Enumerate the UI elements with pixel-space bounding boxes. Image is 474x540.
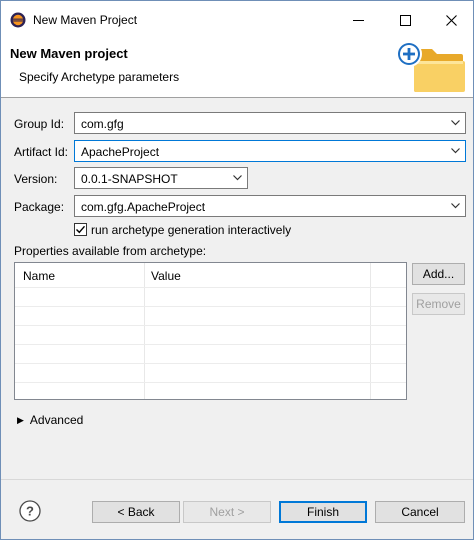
header-divider <box>1 97 473 98</box>
version-value: 0.0.1-SNAPSHOT <box>81 172 178 186</box>
minimize-button[interactable] <box>335 1 381 39</box>
chevron-down-icon[interactable] <box>451 148 460 154</box>
cancel-button[interactable]: Cancel <box>375 501 465 523</box>
wizard-title: New Maven project <box>10 46 128 61</box>
title-bar: New Maven Project <box>1 1 473 39</box>
interactive-checkbox-label[interactable]: run archetype generation interactively <box>91 223 291 237</box>
group-id-combo[interactable]: com.gfg <box>74 112 466 134</box>
wizard-header: New Maven project Specify Archetype para… <box>1 39 473 97</box>
checkmark-icon <box>76 225 86 234</box>
eclipse-icon <box>10 12 26 28</box>
svg-text:?: ? <box>26 504 34 519</box>
new-maven-project-dialog: New Maven Project New Maven project Spec… <box>0 0 474 540</box>
table-row[interactable] <box>15 363 406 364</box>
version-combo[interactable]: 0.0.1-SNAPSHOT <box>74 167 248 189</box>
version-label: Version: <box>14 172 58 186</box>
expand-arrow-icon: ▶ <box>17 415 24 425</box>
advanced-label: Advanced <box>29 413 84 427</box>
close-icon <box>445 14 457 26</box>
properties-table[interactable]: Name Value <box>14 262 407 400</box>
advanced-section-toggle[interactable]: ▶ Advanced <box>17 413 83 427</box>
artifact-id-combo[interactable]: ApacheProject <box>74 140 466 162</box>
package-value: com.gfg.ApacheProject <box>81 200 206 214</box>
column-divider <box>370 263 371 399</box>
group-id-value: com.gfg <box>81 117 124 131</box>
maximize-icon <box>399 14 411 26</box>
close-button[interactable] <box>428 1 473 39</box>
column-divider <box>144 263 145 399</box>
wizard-folder-icon <box>396 41 465 92</box>
add-property-button[interactable]: Add... <box>412 263 465 285</box>
table-row[interactable] <box>15 382 406 383</box>
chevron-down-icon[interactable] <box>233 175 242 181</box>
table-row[interactable] <box>15 306 406 307</box>
help-icon[interactable]: ? <box>19 500 41 522</box>
interactive-checkbox[interactable] <box>74 223 87 236</box>
package-combo[interactable]: com.gfg.ApacheProject <box>74 195 466 217</box>
table-row[interactable] <box>15 344 406 345</box>
remove-property-button[interactable]: Remove <box>412 293 465 315</box>
chevron-down-icon[interactable] <box>451 120 460 126</box>
maximize-button[interactable] <box>382 1 428 39</box>
footer-divider <box>1 479 473 480</box>
column-header-value[interactable]: Value <box>151 269 181 283</box>
artifact-id-label: Artifact Id: <box>14 145 69 159</box>
properties-label: Properties available from archetype: <box>14 244 207 258</box>
column-header-name[interactable]: Name <box>23 269 55 283</box>
artifact-id-value: ApacheProject <box>81 145 160 159</box>
chevron-down-icon[interactable] <box>451 203 460 209</box>
window-title: New Maven Project <box>33 13 138 27</box>
next-button[interactable]: Next > <box>183 501 271 523</box>
package-label: Package: <box>14 200 65 214</box>
minimize-icon <box>352 19 364 21</box>
wizard-subtitle: Specify Archetype parameters <box>19 70 180 84</box>
table-row[interactable] <box>15 287 406 288</box>
group-id-label: Group Id: <box>14 117 65 131</box>
table-row[interactable] <box>15 325 406 326</box>
back-button[interactable]: < Back <box>92 501 180 523</box>
finish-button[interactable]: Finish <box>279 501 367 523</box>
